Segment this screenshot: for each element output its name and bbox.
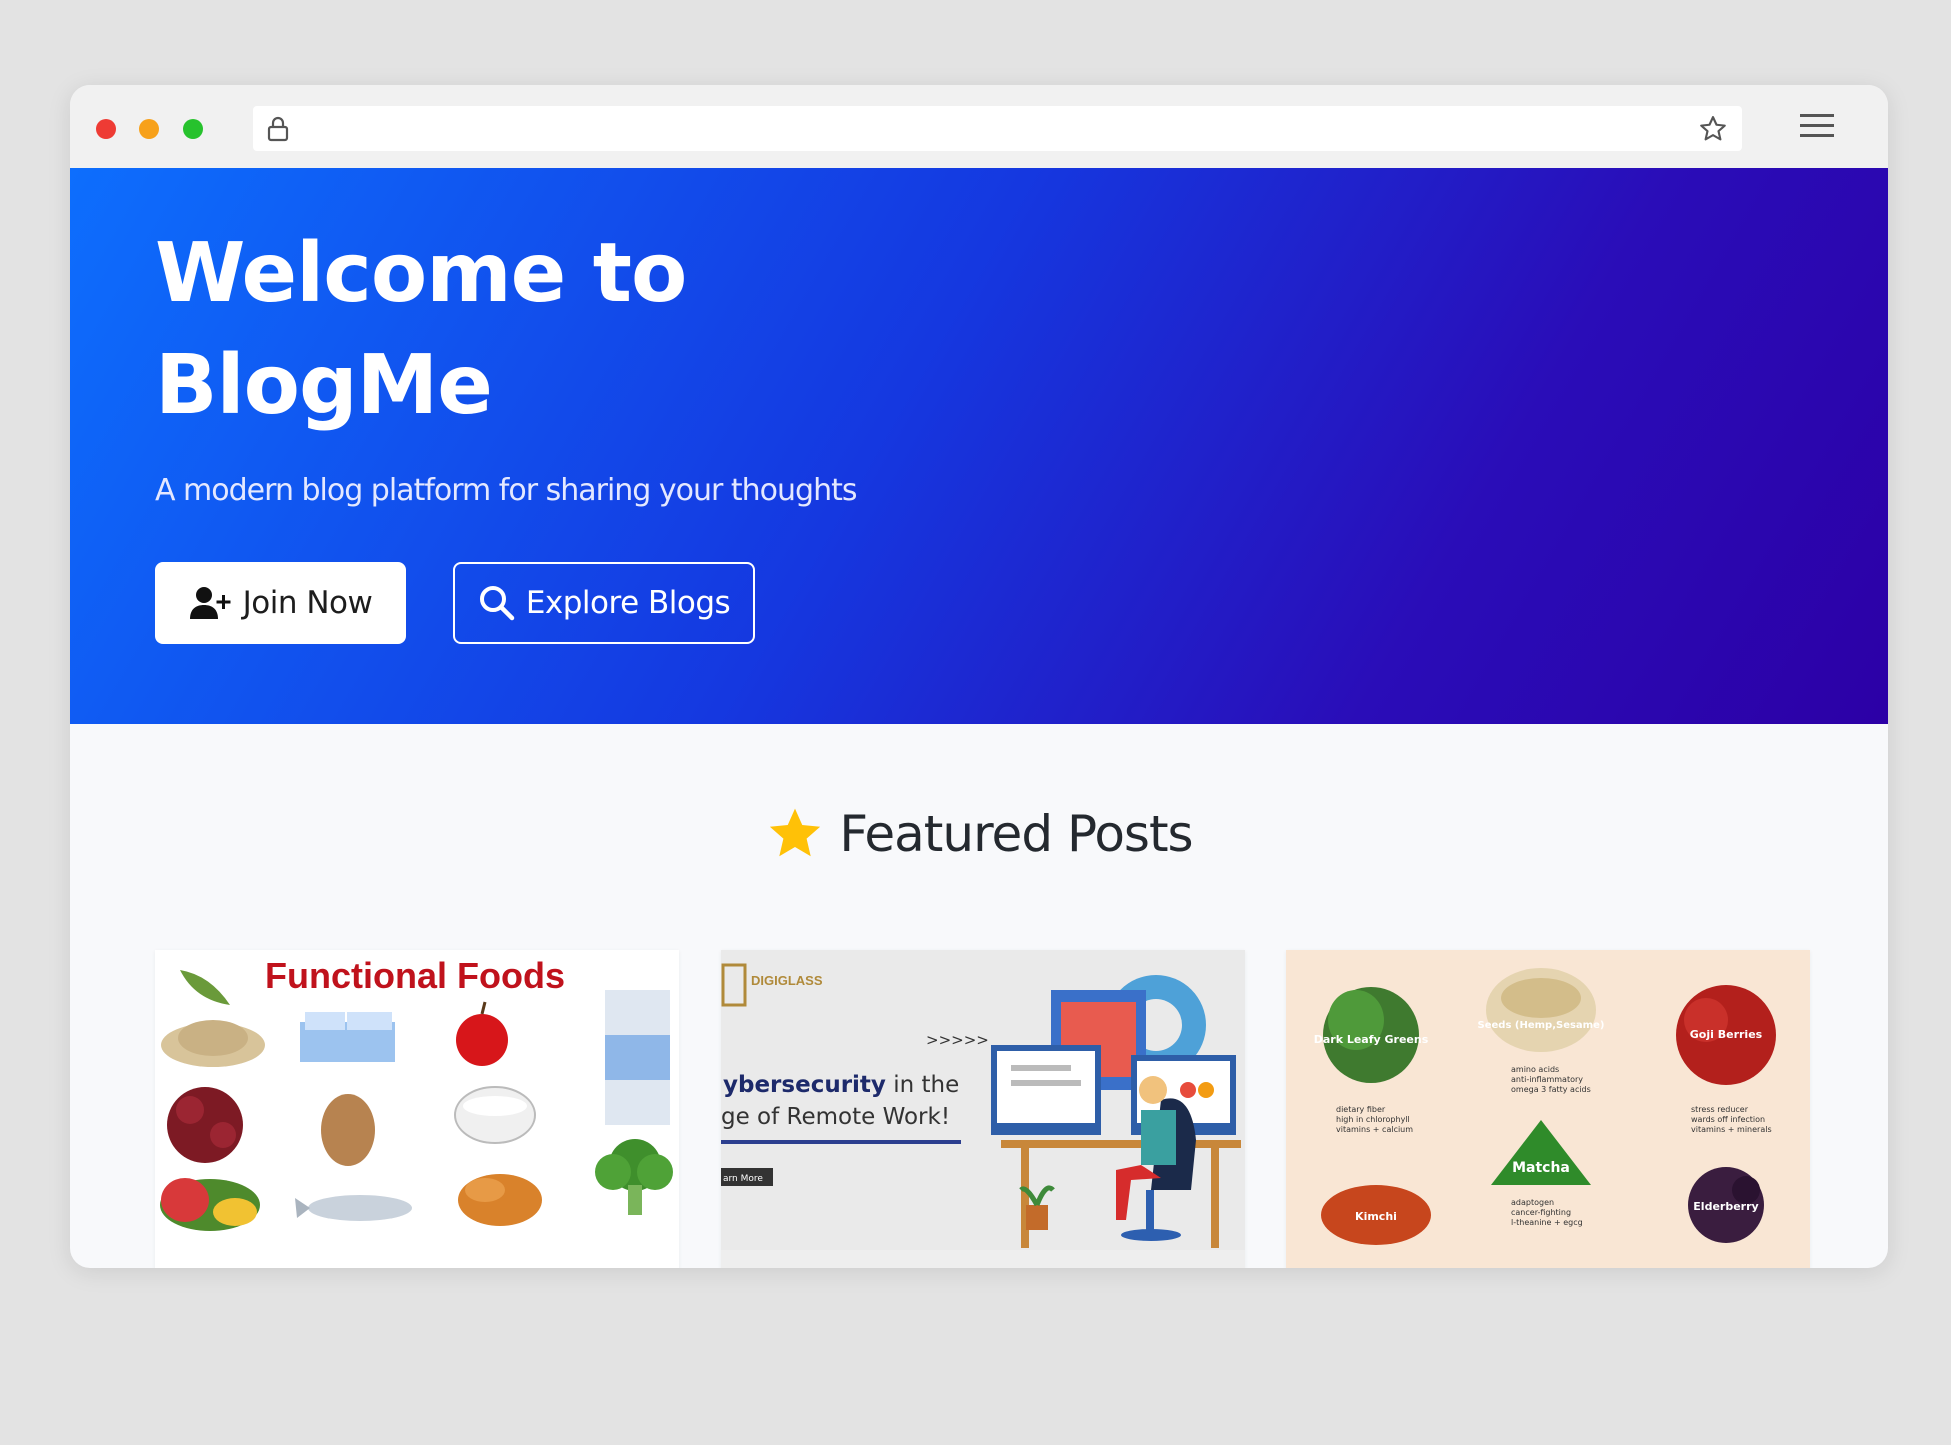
minimize-window-dot[interactable] [139,119,159,139]
bullet-text: amino acids [1511,1065,1559,1074]
thumbnail-headline-2: ge of Remote Work! [721,1104,950,1130]
bullet-text: cancer-fighting [1511,1208,1571,1217]
thumbnail-button: arn More [723,1174,763,1184]
food-label: Elderberry [1693,1200,1758,1213]
thumbnail-headline-1: ybersecurity in the [723,1072,959,1098]
featured-post-card[interactable]: DIGIGLASS >>>>> ybersecurity in the ge o… [721,950,1245,1268]
bullet-text: omega 3 fatty acids [1511,1085,1591,1094]
maximize-window-dot[interactable] [183,119,203,139]
join-now-button[interactable]: Join Now [155,562,406,644]
bullet-text: dietary fiber [1336,1105,1386,1114]
browser-toolbar [70,85,1888,168]
featured-post-card[interactable]: Functional Foods [155,950,679,1268]
explore-blogs-button[interactable]: Explore Blogs [453,562,755,644]
bullet-text: vitamins + minerals [1691,1125,1772,1134]
bullet-text: adaptogen [1511,1198,1554,1207]
thumbnail-headline-bold: ybersecurity [723,1072,886,1098]
food-label: Dark Leafy Greens [1314,1033,1429,1046]
post-thumbnail: Dark Leafy Greens Seeds (Hemp,Sesame) Go… [1286,950,1810,1250]
featured-post-card[interactable]: Dark Leafy Greens Seeds (Hemp,Sesame) Go… [1286,950,1810,1268]
food-label: Matcha [1512,1160,1570,1176]
food-label: Seeds (Hemp,Sesame) [1478,1020,1605,1031]
close-window-dot[interactable] [96,119,116,139]
bullet-text: anti-inflammatory [1511,1075,1583,1084]
bullet-text: wards off infection [1691,1115,1765,1124]
hero-title: Welcome to BlogMe [155,218,855,442]
bookmark-star-icon[interactable] [1698,114,1728,148]
join-now-label: Join Now [242,585,373,621]
search-icon [479,586,515,621]
hero-title-line2: BlogMe [155,338,493,433]
featured-posts-heading: Featured Posts [70,805,1888,863]
thumbnail-brand: DIGIGLASS [751,973,823,988]
bullet-text: l-theanine + egcg [1511,1218,1583,1227]
explore-blogs-label: Explore Blogs [525,585,731,621]
bullet-text: stress reducer [1691,1105,1749,1114]
hero-subtitle: A modern blog platform for sharing your … [155,473,857,508]
post-thumbnail: Functional Foods [155,950,679,1250]
bullet-text: vitamins + calcium [1336,1125,1413,1134]
thumbnail-arrows: >>>>> [926,1031,989,1049]
address-bar[interactable] [253,106,1742,151]
star-icon [770,808,821,857]
thumbnail-headline-rest: in the [886,1072,959,1098]
hamburger-menu-icon[interactable] [1800,112,1834,144]
lock-icon [267,116,289,146]
food-label: Kimchi [1355,1210,1397,1223]
hero-banner: Welcome to BlogMe A modern blog platform… [70,168,1888,724]
bullet-text: high in chlorophyll [1336,1115,1410,1124]
browser-window: Welcome to BlogMe A modern blog platform… [70,85,1888,1268]
food-label: Goji Berries [1690,1028,1763,1041]
featured-posts-title: Featured Posts [839,805,1193,863]
hero-title-line1: Welcome to [155,226,687,321]
user-plus-icon [189,587,231,619]
post-thumbnail: DIGIGLASS >>>>> ybersecurity in the ge o… [721,950,1245,1250]
thumbnail-title: Functional Foods [265,955,565,996]
